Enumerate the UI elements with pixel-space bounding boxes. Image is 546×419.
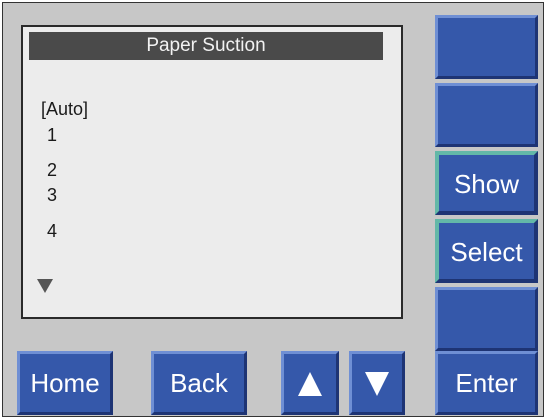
lcd-screen: Paper Suction [Auto] 1 2 3 4 <box>21 25 403 319</box>
menu-option-1[interactable]: 1 <box>47 124 57 146</box>
enter-button[interactable]: Enter <box>435 351 538 415</box>
side-button-2[interactable] <box>435 83 538 147</box>
control-panel: Paper Suction [Auto] 1 2 3 4 Show Select… <box>2 2 544 417</box>
scroll-down-indicator-icon <box>37 279 53 293</box>
back-button[interactable]: Back <box>151 351 247 415</box>
up-arrow-button[interactable] <box>281 351 339 415</box>
down-arrow-button[interactable] <box>349 351 405 415</box>
side-button-5[interactable] <box>435 287 538 351</box>
menu-option-auto[interactable]: [Auto] <box>41 98 88 120</box>
show-button[interactable]: Show <box>435 151 538 215</box>
triangle-up-icon <box>298 372 322 396</box>
home-button[interactable]: Home <box>17 351 113 415</box>
screen-title: Paper Suction <box>29 32 383 60</box>
menu-option-4[interactable]: 4 <box>47 220 57 242</box>
select-button[interactable]: Select <box>435 219 538 283</box>
side-button-1[interactable] <box>435 15 538 79</box>
menu-option-3[interactable]: 3 <box>47 184 57 206</box>
triangle-down-icon <box>365 372 389 396</box>
menu-option-2[interactable]: 2 <box>47 159 57 181</box>
